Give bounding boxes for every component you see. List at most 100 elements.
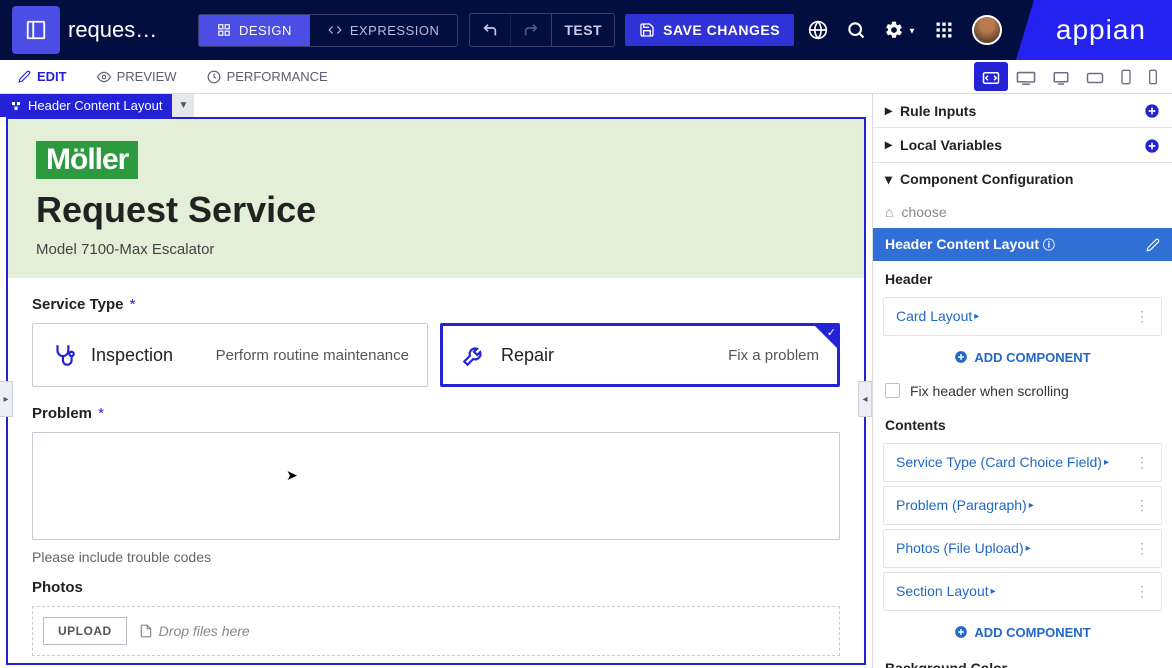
device-tablet-portrait[interactable] <box>1112 62 1140 91</box>
add-rule-input-icon[interactable] <box>1144 102 1160 119</box>
contents-item-service-type[interactable]: Service Type (Card Choice Field)▸⋮ <box>883 443 1162 482</box>
service-type-label: Service Type * <box>32 296 840 313</box>
performance-label: PERFORMANCE <box>227 69 328 84</box>
contents-item-section-layout[interactable]: Section Layout▸⋮ <box>883 572 1162 611</box>
hierarchy-choose[interactable]: ⌂ choose <box>873 196 1172 228</box>
sub-header: EDIT PREVIEW PERFORMANCE <box>0 60 1172 94</box>
device-phone[interactable] <box>1140 62 1166 91</box>
design-canvas[interactable]: Möller Request Service Model 7100-Max Es… <box>6 117 866 665</box>
undo-button[interactable] <box>470 14 510 46</box>
drop-hint: Drop files here <box>139 623 250 639</box>
file-icon <box>139 624 153 638</box>
kebab-icon[interactable]: ⋮ <box>1135 540 1149 557</box>
card-layout-label: Card Layout <box>896 308 972 324</box>
problem-help: Please include trouble codes <box>32 549 840 565</box>
component-config-label: Component Configuration <box>900 171 1073 187</box>
form-body: Service Type * Inspection Perform routin… <box>8 278 864 665</box>
header-card: Möller Request Service Model 7100-Max Es… <box>8 119 864 278</box>
save-changes-button[interactable]: SAVE CHANGES <box>625 14 794 46</box>
expression-mode-button[interactable]: EXPRESSION <box>310 15 458 46</box>
kebab-icon[interactable]: ⋮ <box>1135 583 1149 600</box>
collapse-right-handle[interactable]: ◂ <box>858 381 872 417</box>
header-section-label: Header <box>873 261 1172 293</box>
hierarchy-icon: ⌂ <box>885 204 893 220</box>
selected-component-row[interactable]: Header Content Layout ⓘ <box>873 228 1172 261</box>
apps-grid-icon[interactable] <box>934 20 954 40</box>
problem-label: Problem * <box>32 405 840 422</box>
wrench-icon <box>461 342 487 368</box>
local-vars-label: Local Variables <box>900 137 1002 153</box>
breadcrumb[interactable]: Header Content Layout <box>0 94 172 117</box>
choice-inspection-title: Inspection <box>91 345 173 366</box>
redo-button[interactable] <box>510 14 551 46</box>
topbar: reques… DESIGN EXPRESSION TEST SAVE CHAN… <box>0 0 1172 60</box>
contents-item-problem[interactable]: Problem (Paragraph)▸⋮ <box>883 486 1162 525</box>
tab-edit[interactable]: EDIT <box>18 69 67 84</box>
device-fit[interactable] <box>974 62 1008 90</box>
choice-inspection[interactable]: Inspection Perform routine maintenance <box>32 323 428 387</box>
add-local-var-icon[interactable] <box>1144 136 1160 153</box>
bg-color-section-label: Background Color <box>873 650 1172 668</box>
fix-header-label: Fix header when scrolling <box>910 383 1069 399</box>
kebab-icon[interactable]: ⋮ <box>1135 454 1149 471</box>
stethoscope-icon <box>51 342 77 368</box>
design-mode-button[interactable]: DESIGN <box>199 15 310 46</box>
globe-icon[interactable] <box>808 20 828 40</box>
tab-preview[interactable]: PREVIEW <box>97 69 177 84</box>
choice-repair[interactable]: Repair Fix a problem <box>440 323 840 387</box>
avatar[interactable] <box>972 15 1002 45</box>
history-group: TEST <box>469 13 615 47</box>
chevron-down-icon: ▾ <box>885 171 892 188</box>
add-header-component-button[interactable]: ADD COMPONENT <box>873 340 1172 375</box>
header-card-layout-item[interactable]: Card Layout▸ ⋮ <box>883 297 1162 336</box>
breadcrumb-dropdown[interactable]: ▼ <box>172 94 194 117</box>
rule-inputs-label: Rule Inputs <box>900 103 976 119</box>
device-bar <box>974 60 1172 93</box>
local-variables-section[interactable]: ▸ Local Variables <box>873 128 1172 161</box>
gear-icon[interactable]: ▼ <box>884 20 916 40</box>
search-icon[interactable] <box>846 20 866 40</box>
photos-label: Photos <box>32 579 840 596</box>
device-desktop-wide[interactable] <box>1008 62 1044 90</box>
mode-toggle: DESIGN EXPRESSION <box>198 14 458 47</box>
rule-inputs-section[interactable]: ▸ Rule Inputs <box>873 94 1172 127</box>
problem-textarea[interactable] <box>32 432 840 540</box>
appian-logo: appian <box>1016 0 1172 60</box>
canvas-column: Header Content Layout ▼ Möller Request S… <box>0 94 872 668</box>
fix-header-checkbox-row[interactable]: Fix header when scrolling <box>873 375 1172 407</box>
device-tablet-landscape[interactable] <box>1078 63 1112 91</box>
kebab-icon[interactable]: ⋮ <box>1135 308 1149 325</box>
test-button[interactable]: TEST <box>551 14 614 46</box>
collapse-left-handle[interactable]: ▸ <box>0 381 13 417</box>
selected-component-label: Header Content Layout <box>885 236 1039 252</box>
choice-inspection-desc: Perform routine maintenance <box>216 347 409 364</box>
photos-dropzone[interactable]: UPLOAD Drop files here <box>32 606 840 656</box>
add-component-label2: ADD COMPONENT <box>974 625 1090 640</box>
add-contents-component-button[interactable]: ADD COMPONENT <box>873 615 1172 650</box>
upload-button[interactable]: UPLOAD <box>43 617 127 645</box>
save-label: SAVE CHANGES <box>663 22 780 38</box>
expression-label: EXPRESSION <box>350 23 440 38</box>
main-layout: Header Content Layout ▼ Möller Request S… <box>0 94 1172 668</box>
interface-icon <box>12 6 60 54</box>
breadcrumb-row: Header Content Layout ▼ <box>0 94 872 117</box>
breadcrumb-label: Header Content Layout <box>28 98 162 113</box>
component-config-section[interactable]: ▾ Component Configuration <box>873 163 1172 196</box>
contents-item-photos[interactable]: Photos (File Upload)▸⋮ <box>883 529 1162 568</box>
device-desktop[interactable] <box>1044 62 1078 90</box>
contents-section-label: Contents <box>873 407 1172 439</box>
help-icon[interactable]: ⓘ <box>1043 238 1055 252</box>
app-title: reques… <box>68 17 188 43</box>
company-logo: Möller <box>36 141 138 179</box>
add-component-label: ADD COMPONENT <box>974 350 1090 365</box>
service-type-choices: Inspection Perform routine maintenance R… <box>32 323 840 387</box>
chevron-right-icon: ▸ <box>885 102 892 119</box>
checkbox-icon[interactable] <box>885 383 900 398</box>
choice-repair-desc: Fix a problem <box>728 347 819 364</box>
tab-performance[interactable]: PERFORMANCE <box>207 69 328 84</box>
edit-expression-icon[interactable] <box>1146 236 1160 252</box>
top-utility-icons: ▼ <box>808 15 1008 45</box>
page-title: Request Service <box>36 189 836 231</box>
preview-label: PREVIEW <box>117 69 177 84</box>
kebab-icon[interactable]: ⋮ <box>1135 497 1149 514</box>
